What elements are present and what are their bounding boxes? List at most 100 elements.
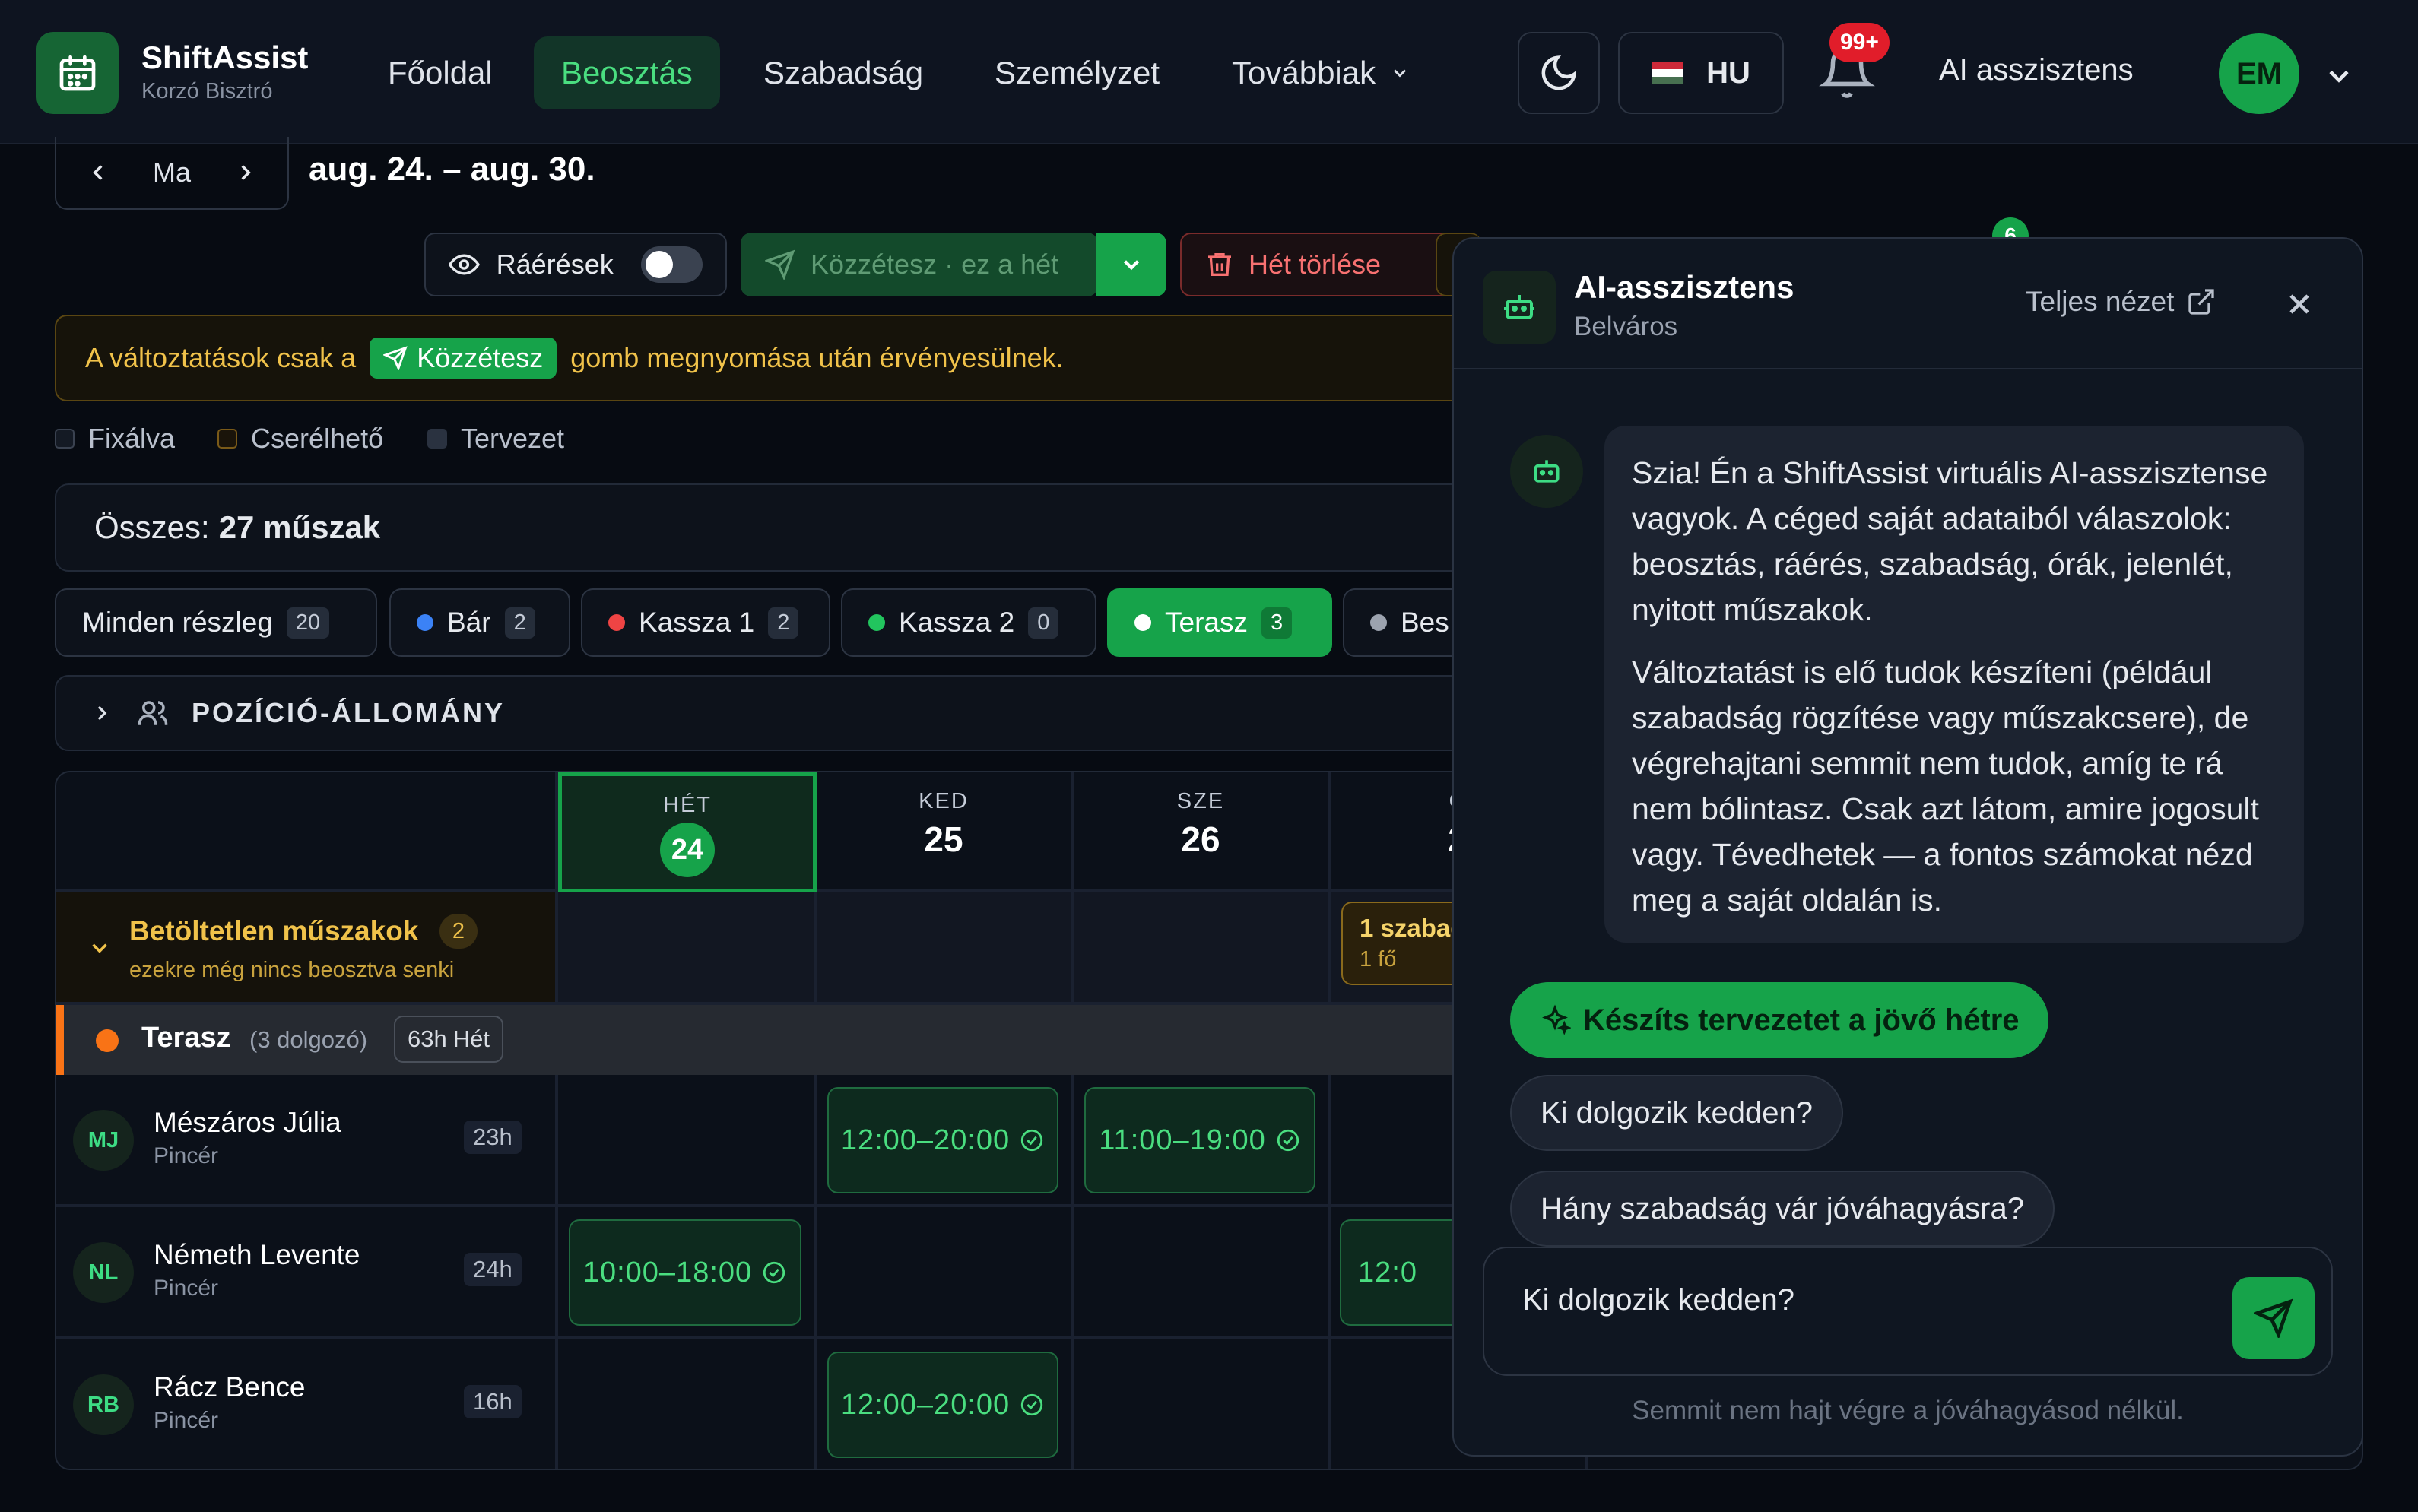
suggestion-label: Készíts tervezetet a jövő hétre: [1583, 1003, 2020, 1037]
suggestion-draft-next-week[interactable]: Készíts tervezetet a jövő hétre: [1510, 982, 2048, 1058]
employee-row-info[interactable]: NL Németh Levente Pincér 24h: [56, 1207, 558, 1339]
nav-szemelyzet[interactable]: Személyzet: [967, 36, 1187, 109]
language-selector[interactable]: HU: [1618, 32, 1784, 114]
ai-assistant-link[interactable]: AI asszisztens: [1939, 53, 2134, 87]
today-button[interactable]: Ma: [153, 157, 191, 189]
nav-szabadsag[interactable]: Szabadság: [736, 36, 950, 109]
toggle-switch[interactable]: [640, 246, 703, 283]
delete-week-button[interactable]: Hét törlése: [1180, 233, 1463, 296]
ai-message-bubble: Szia! Én a ShiftAssist virtuális AI-assz…: [1604, 426, 2304, 943]
delete-week-label: Hét törlése: [1249, 249, 1382, 280]
close-icon[interactable]: [2283, 287, 2316, 321]
full-view-label: Teljes nézet: [2026, 286, 2175, 317]
day-header-wed[interactable]: SZE 26: [1074, 772, 1331, 892]
unfilled-shifts-row[interactable]: Betöltetlen műszakok 2 ezekre még nincs …: [56, 892, 558, 1005]
schedule-cell[interactable]: [1074, 1339, 1331, 1469]
unfilled-cell[interactable]: [817, 892, 1074, 1005]
employee-row-info[interactable]: RB Rácz Bence Pincér 16h: [56, 1339, 558, 1469]
send-icon: [383, 346, 408, 370]
shift-block[interactable]: 12:00–20:00: [827, 1352, 1058, 1458]
full-view-link[interactable]: Teljes nézet: [2026, 286, 2216, 318]
employee-row-info[interactable]: MJ Mészáros Júlia Pincér 23h: [56, 1075, 558, 1207]
employee-role: Pincér: [154, 1408, 219, 1433]
group-hours-pill: 63h Hét: [394, 1016, 503, 1063]
ai-chat-input[interactable]: Ki dolgozik kedden?: [1483, 1247, 2333, 1376]
department-chip-kassza-1[interactable]: Kassza 1 2: [581, 588, 830, 657]
ai-panel-header: AI-asszisztens Belváros Teljes nézet: [1454, 239, 2362, 369]
chevron-down-icon: [1394, 69, 1407, 78]
chip-label: Kassza 1: [639, 607, 755, 638]
publish-button[interactable]: Közzétesz · ez a hét: [741, 233, 1098, 296]
department-chip-bar[interactable]: Bár 2: [389, 588, 570, 657]
schedule-cell[interactable]: [817, 1207, 1074, 1339]
shift-block[interactable]: 11:00–19:00: [1084, 1087, 1315, 1193]
chip-count: 0: [1028, 607, 1059, 639]
notification-badge: 99+: [1829, 23, 1890, 62]
schedule-cell[interactable]: 10:00–18:00: [558, 1207, 817, 1339]
check-circle-icon: [1020, 1393, 1043, 1416]
brand-subtitle: Korzó Bisztró: [141, 79, 273, 103]
suggestion-pending-leave[interactable]: Hány szabadság vár jóváhagyásra?: [1510, 1171, 2055, 1247]
send-icon: [765, 249, 795, 280]
department-chip-kassza-2[interactable]: Kassza 2 0: [841, 588, 1096, 657]
check-circle-icon: [1277, 1129, 1299, 1152]
schedule-cell[interactable]: 12:00–20:00: [817, 1339, 1074, 1469]
availability-label: Ráérések: [496, 249, 614, 280]
moon-icon: [1541, 55, 1576, 90]
employee-avatar: RB: [73, 1374, 134, 1435]
top-navigation-bar: ShiftAssist Korzó Bisztró Főoldal Beoszt…: [0, 0, 2418, 144]
suggestion-tuesday[interactable]: Ki dolgozik kedden?: [1510, 1075, 1844, 1151]
publish-warning-banner: A változtatások csak a Közzétesz gomb me…: [55, 315, 1499, 401]
chevron-right-icon[interactable]: [233, 160, 259, 185]
total-value: 27 műszak: [218, 509, 381, 545]
robot-icon: [1510, 435, 1583, 508]
total-label: Összes:: [94, 509, 210, 545]
group-hours-period: Hét: [452, 1025, 490, 1052]
employee-role: Pincér: [154, 1276, 219, 1301]
calendar-logo-icon[interactable]: [36, 32, 119, 114]
day-header-tue[interactable]: KED 25: [817, 772, 1074, 892]
chevron-down-icon[interactable]: [2322, 59, 2356, 93]
schedule-cell[interactable]: [558, 1075, 817, 1207]
check-circle-icon: [763, 1261, 785, 1284]
theme-toggle-button[interactable]: [1518, 32, 1600, 114]
unfilled-cell[interactable]: [1074, 892, 1331, 1005]
schedule-cell[interactable]: [1074, 1207, 1331, 1339]
shift-block[interactable]: 10:00–18:00: [569, 1219, 801, 1326]
legend-draft-label: Tervezet: [461, 423, 565, 454]
banner-publish-pill[interactable]: Közzétesz: [370, 338, 557, 379]
position-staffing-toggle[interactable]: POZÍCIÓ-ÁLLOMÁNY: [55, 675, 1499, 751]
banner-text-after: gomb megnyomása után érvényesülnek.: [570, 342, 1064, 373]
shift-total: Összes: 27 műszak: [55, 483, 1499, 572]
department-color-dot: [868, 614, 885, 631]
employee-name: Németh Levente: [154, 1239, 360, 1270]
availability-toggle[interactable]: Ráérések: [424, 233, 727, 296]
chevron-left-icon[interactable]: [85, 160, 111, 185]
group-staff-count: (3 dolgozó): [249, 1026, 368, 1053]
legend-swappable-swatch: [217, 429, 237, 449]
ai-message-paragraph: Változtatást is elő tudok készíteni (pél…: [1632, 655, 2259, 918]
schedule-cell[interactable]: [558, 1339, 817, 1469]
send-button[interactable]: [2232, 1277, 2315, 1359]
banner-text-before: A változtatások csak a: [85, 342, 357, 373]
schedule-cell[interactable]: 11:00–19:00: [1074, 1075, 1331, 1207]
schedule-cell[interactable]: 12:00–20:00: [817, 1075, 1074, 1207]
shift-time: 12:0: [1358, 1256, 1417, 1289]
shift-block[interactable]: 12:00–20:00: [827, 1087, 1058, 1193]
nav-fooldal[interactable]: Főoldal: [360, 36, 520, 109]
ai-assistant-panel: AI-asszisztens Belváros Teljes nézet Szi…: [1452, 237, 2363, 1457]
employee-role: Pincér: [154, 1143, 219, 1168]
day-name: HÉT: [663, 793, 712, 817]
department-chip-terasz[interactable]: Terasz 3: [1107, 588, 1332, 657]
department-chip-all[interactable]: Minden részleg 20: [55, 588, 377, 657]
day-header-mon[interactable]: HÉT 24: [558, 772, 817, 892]
nav-beosztas[interactable]: Beosztás: [534, 36, 720, 109]
position-staffing-label: POZÍCIÓ-ÁLLOMÁNY: [192, 697, 505, 728]
legend-fixed-label: Fixálva: [88, 423, 176, 454]
unfilled-cell[interactable]: [558, 892, 817, 1005]
user-avatar[interactable]: EM: [2219, 33, 2299, 114]
ai-panel-title: AI-asszisztens: [1574, 269, 1794, 305]
nav-tovabbiak[interactable]: Továbbiak: [1204, 36, 1438, 109]
publish-dropdown-button[interactable]: [1096, 233, 1166, 296]
shift-time: 10:00–18:00: [582, 1256, 753, 1289]
